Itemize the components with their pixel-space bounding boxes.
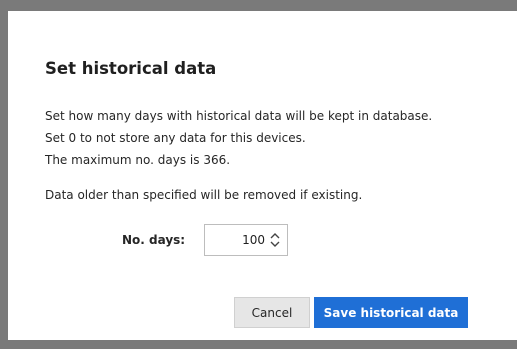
days-label: No. days: <box>122 233 186 247</box>
description-line-1: Set how many days with historical data w… <box>45 109 433 123</box>
days-number-input[interactable]: 100 <box>204 224 288 256</box>
days-value[interactable]: 100 <box>242 233 265 247</box>
cancel-button[interactable]: Cancel <box>234 297 310 328</box>
description-line-4: Data older than specified will be remove… <box>45 188 363 202</box>
up-down-chevron-icon[interactable] <box>269 232 281 248</box>
set-historical-data-dialog: Set historical data Set how many days wi… <box>8 11 517 340</box>
dialog-title: Set historical data <box>45 59 217 78</box>
description-line-3: The maximum no. days is 366. <box>45 153 231 167</box>
save-historical-data-button[interactable]: Save historical data <box>314 297 468 328</box>
description-line-2: Set 0 to not store any data for this dev… <box>45 131 306 145</box>
